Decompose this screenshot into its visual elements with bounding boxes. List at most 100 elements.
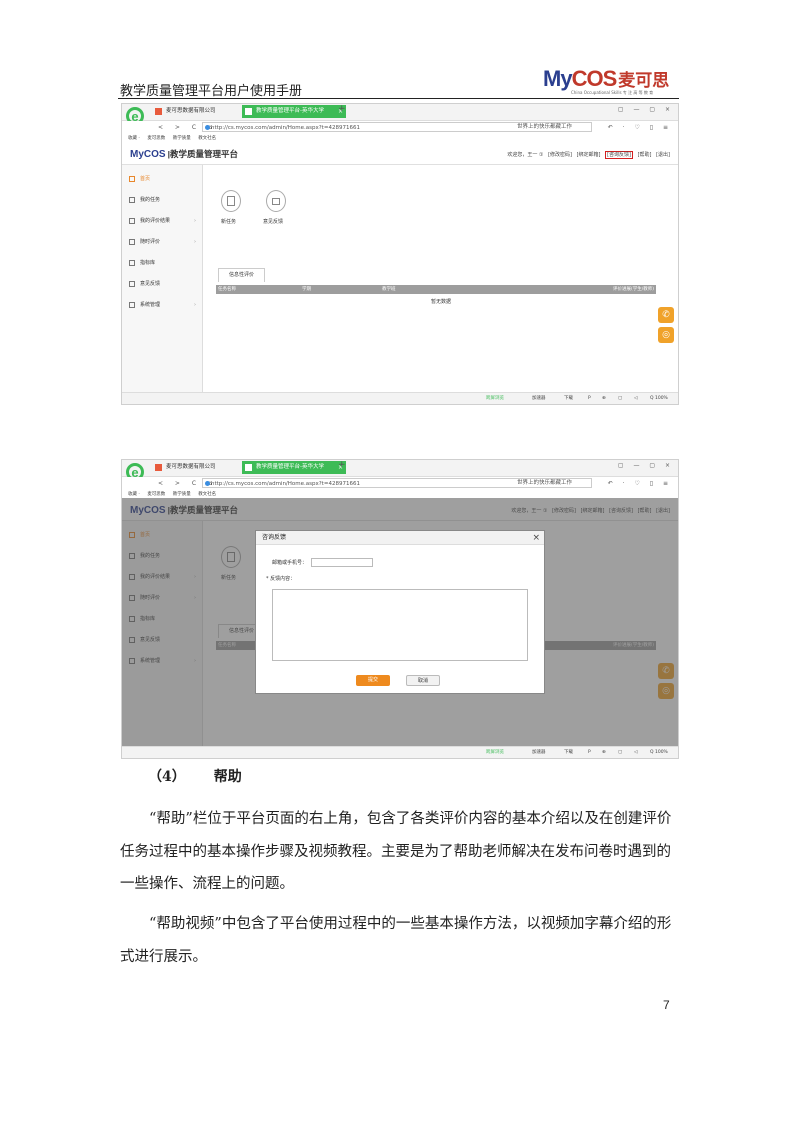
status-icon[interactable]: ⊕ xyxy=(602,747,606,758)
paragraph-help-video: “帮助视频”中包含了平台使用过程中的一些基本操作方法，以视频加字幕介绍的形式进行… xyxy=(120,916,672,965)
tab-info-eval[interactable]: 信息性评价 xyxy=(218,268,266,282)
bookmark-item[interactable]: 收藏 · xyxy=(128,492,140,497)
document-icon xyxy=(129,239,135,245)
chevron-right-icon: › xyxy=(194,302,196,308)
chevron-right-icon: › xyxy=(194,218,196,224)
window-controls[interactable]: ▢ — ▢ × xyxy=(618,106,674,113)
feedback-dialog: 咨询反馈 × 邮箱或手机号： * 反馈内容： 提交 取消 xyxy=(255,530,545,694)
new-tab-icon[interactable]: + xyxy=(338,460,346,470)
address-controls[interactable]: ↶ · ♡ ▯ ≡ xyxy=(608,121,672,134)
app-header: MyCOS|教学质量管理平台 欢迎您，王一 ① [修改密码] [绑定邮箱] [咨… xyxy=(122,144,678,165)
accelerator-button[interactable]: 加速器 xyxy=(532,747,546,758)
status-icon[interactable]: P xyxy=(588,393,591,404)
address-controls[interactable]: ↶ · ♡ ▯ ≡ xyxy=(608,477,672,490)
address-bar: < > C ⌂ http://cs.mycos.com/admin/Home.a… xyxy=(122,121,678,135)
chat-icon[interactable]: ◎ xyxy=(658,327,674,343)
user-icon xyxy=(129,197,135,203)
feedback-textarea[interactable] xyxy=(272,589,528,661)
download-button[interactable]: 下载 xyxy=(564,747,573,758)
status-bar: 跨屏浏览 加速器 下载 P ⊕ ▢ ◁ Q 100% xyxy=(122,746,678,758)
sidebar-item-my-tasks[interactable]: 我的任务 xyxy=(122,190,202,210)
status-icon[interactable]: ⊕ xyxy=(602,393,606,404)
main-content: 新任务 意见反馈 信息性评价 任务名称 学期 教学班 评价进展(学生/教师) 暂… xyxy=(204,165,678,392)
bookmark-item[interactable]: 教学质量 xyxy=(173,136,191,141)
bookmark-item[interactable]: 麦可思数 xyxy=(147,136,165,141)
cross-screen-button[interactable]: 跨屏浏览 xyxy=(486,393,504,404)
browser-tabbar: e 麦可思数据有限公司× 教学质量管理平台-英华大学× + ▢ — ▢ × xyxy=(122,460,678,481)
sidebar: 首页 我的任务 我的评价结果› 随时评价› 指标库 意见反馈 系统管理› xyxy=(122,165,203,392)
site-favicon-icon xyxy=(245,464,252,471)
feedback-icon[interactable] xyxy=(266,190,286,212)
col-class: 教学班 xyxy=(382,287,396,292)
status-icon[interactable]: P xyxy=(588,747,591,758)
bookmark-item[interactable]: 教学质量 xyxy=(173,492,191,497)
sidebar-item-indicators[interactable]: 指标库 xyxy=(122,253,202,273)
logout-link[interactable]: [退出] xyxy=(656,152,670,158)
browser-tab-2[interactable]: 教学质量管理平台-英华大学 × xyxy=(242,461,346,474)
sidebar-item-my-results[interactable]: 我的评价结果› xyxy=(122,211,202,231)
browser-tabbar: e 麦可思数据有限公司× 教学质量管理平台-英华大学× + ▢ — ▢ × xyxy=(122,104,678,125)
status-icon[interactable]: ◁ xyxy=(634,393,637,404)
zoom-level[interactable]: Q 100% xyxy=(650,393,668,404)
new-task-label: 新任务 xyxy=(221,219,237,225)
cancel-button[interactable]: 取消 xyxy=(406,675,440,686)
sidebar-item-anytime-eval[interactable]: 随时评价› xyxy=(122,232,202,252)
sidebar-item-feedback[interactable]: 意见反馈 xyxy=(122,274,202,294)
search-box[interactable]: 世界上的快乐都藏工作 xyxy=(517,121,572,134)
page-number: 7 xyxy=(663,998,670,1012)
bind-email-link[interactable]: [绑定邮箱] xyxy=(577,152,601,158)
accelerator-button[interactable]: 加速器 xyxy=(532,393,546,404)
top-links: 欢迎您，王一 ① [修改密码] [绑定邮箱] [咨询反馈] [帮助] [退出] xyxy=(504,151,670,159)
search-box[interactable]: 世界上的快乐都藏工作 xyxy=(517,477,572,490)
dialog-title: 咨询反馈 xyxy=(256,531,544,545)
status-icon[interactable]: ▢ xyxy=(618,393,622,404)
feedback-label: 意见反馈 xyxy=(263,219,284,225)
document-header-title: 教学质量管理平台用户使用手册 xyxy=(120,84,303,99)
bookmark-item[interactable]: 教文社名 xyxy=(198,492,216,497)
bookmark-item[interactable]: 教文社名 xyxy=(198,136,216,141)
chart-icon xyxy=(129,260,135,266)
chevron-right-icon: › xyxy=(194,239,196,245)
mycos-logo: MyCOS 麦可思 China Occupational Skills 专 注 高… xyxy=(543,66,670,95)
help-link[interactable]: [帮助] xyxy=(638,152,652,158)
zoom-level[interactable]: Q 100% xyxy=(650,747,668,758)
address-bar: < > C ⌂ http://cs.mycos.com/admin/Home.a… xyxy=(122,477,678,491)
new-task-icon[interactable] xyxy=(221,190,241,212)
browser-tab-1[interactable]: 麦可思数据有限公司× xyxy=(152,461,252,474)
email-label: 邮箱或手机号： xyxy=(272,560,308,566)
screenshot-feedback-dialog: e 麦可思数据有限公司× 教学质量管理平台-英华大学× + ▢ — ▢ × < … xyxy=(121,459,679,759)
download-button[interactable]: 下载 xyxy=(564,393,573,404)
status-icon[interactable]: ◁ xyxy=(634,747,637,758)
content-label: * 反馈内容： xyxy=(266,576,296,582)
col-task-name: 任务名称 xyxy=(218,287,236,292)
home-icon xyxy=(129,176,135,182)
mail-icon xyxy=(129,281,135,287)
site-favicon-icon xyxy=(155,464,162,471)
change-password-link[interactable]: [修改密码] xyxy=(548,152,572,158)
browser-tab-2[interactable]: 教学质量管理平台-英华大学 × xyxy=(242,105,346,118)
section-title: 帮助 xyxy=(213,769,242,785)
site-favicon-icon xyxy=(245,108,252,115)
submit-button[interactable]: 提交 xyxy=(356,675,390,686)
bookmark-item[interactable]: 收藏 · xyxy=(128,136,140,141)
consult-feedback-link[interactable]: [咨询反馈] xyxy=(605,151,633,159)
phone-icon[interactable]: ✆ xyxy=(658,307,674,323)
col-progress: 评价进展(学生/教师) xyxy=(612,287,654,292)
section-heading: （4） 帮助 xyxy=(148,766,242,786)
list-icon xyxy=(129,218,135,224)
bookmark-item[interactable]: 麦可思数 xyxy=(147,492,165,497)
window-controls[interactable]: ▢ — ▢ × xyxy=(618,462,674,469)
status-icon[interactable]: ▢ xyxy=(618,747,622,758)
browser-tab-1[interactable]: 麦可思数据有限公司× xyxy=(152,105,252,118)
sidebar-item-home[interactable]: 首页 xyxy=(122,169,202,189)
paragraph-help: “帮助”栏位于平台页面的右上角，包含了各类评价内容的基本介绍以及在创建评价任务过… xyxy=(120,811,672,892)
header-rule xyxy=(118,98,679,99)
sidebar-item-system[interactable]: 系统管理› xyxy=(122,295,202,315)
status-bar: 跨屏浏览 加速器 下载 P ⊕ ▢ ◁ Q 100% xyxy=(122,392,678,404)
email-field[interactable] xyxy=(311,558,373,567)
new-tab-icon[interactable]: + xyxy=(338,104,346,114)
col-term: 学期 xyxy=(302,287,311,292)
close-icon[interactable]: × xyxy=(532,531,540,545)
cross-screen-button[interactable]: 跨屏浏览 xyxy=(486,747,504,758)
screenshot-home: e 麦可思数据有限公司× 教学质量管理平台-英华大学× + ▢ — ▢ × < … xyxy=(121,103,679,405)
